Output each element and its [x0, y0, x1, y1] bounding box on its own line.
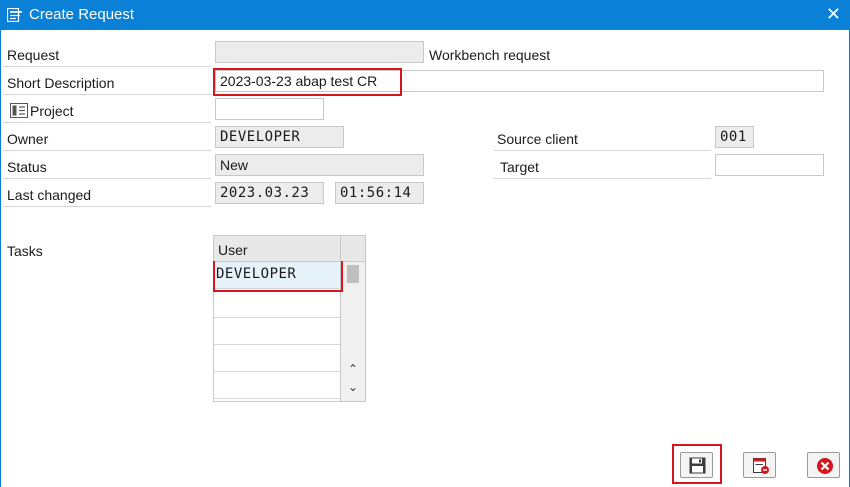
request-type-label: Workbench request — [429, 47, 551, 63]
project-input[interactable] — [215, 98, 324, 120]
table-row[interactable] — [214, 318, 340, 345]
cancel-button[interactable] — [807, 452, 840, 478]
last-changed-time-field: 01:56:14 — [335, 182, 424, 204]
tasks-label: Tasks — [7, 243, 43, 259]
tasks-table-header-user[interactable]: User — [214, 236, 340, 262]
table-scrollbar[interactable]: ⌃ ⌄ — [340, 262, 365, 401]
owner-label: Owner — [3, 128, 211, 151]
scroll-up-icon[interactable]: ⌃ — [345, 362, 361, 376]
focus-highlight — [213, 68, 402, 96]
cancel-icon — [817, 458, 833, 474]
project-icon — [10, 103, 28, 118]
request-label: Request — [3, 44, 211, 67]
status-field: New — [215, 154, 424, 176]
request-icon — [7, 8, 22, 22]
close-icon[interactable]: ✕ — [826, 4, 841, 25]
table-settings-corner[interactable] — [340, 236, 365, 262]
row-focus-highlight — [213, 261, 343, 292]
table-row[interactable] — [214, 291, 340, 318]
request-field — [215, 41, 424, 63]
target-label: Target — [494, 156, 711, 179]
last-changed-label: Last changed — [3, 184, 211, 207]
last-changed-date-field: 2023.03.23 — [215, 182, 324, 204]
project-label: Project — [30, 103, 74, 119]
scroll-down-icon[interactable]: ⌄ — [345, 380, 361, 394]
project-row: Project — [3, 100, 211, 123]
status-label: Status — [3, 156, 211, 179]
owner-field: DEVELOPER — [215, 126, 344, 148]
scrollbar-thumb[interactable] — [347, 265, 359, 283]
source-client-label: Source client — [494, 128, 711, 151]
window-border-left — [0, 30, 1, 487]
source-client-field: 001 — [715, 126, 754, 148]
save-icon — [689, 457, 706, 474]
tasks-table: User DEVELOPER ⌃ ⌄ — [213, 235, 366, 402]
target-input[interactable] — [715, 154, 824, 176]
delete-entry-button[interactable] — [743, 452, 776, 478]
delete-entry-icon — [753, 458, 769, 474]
title-bar: Create Request ✕ — [0, 0, 850, 30]
save-button[interactable] — [680, 452, 713, 478]
table-row[interactable] — [214, 345, 340, 372]
short-description-label: Short Description — [3, 72, 211, 95]
table-row[interactable] — [214, 372, 340, 399]
window-title: Create Request — [29, 6, 135, 23]
